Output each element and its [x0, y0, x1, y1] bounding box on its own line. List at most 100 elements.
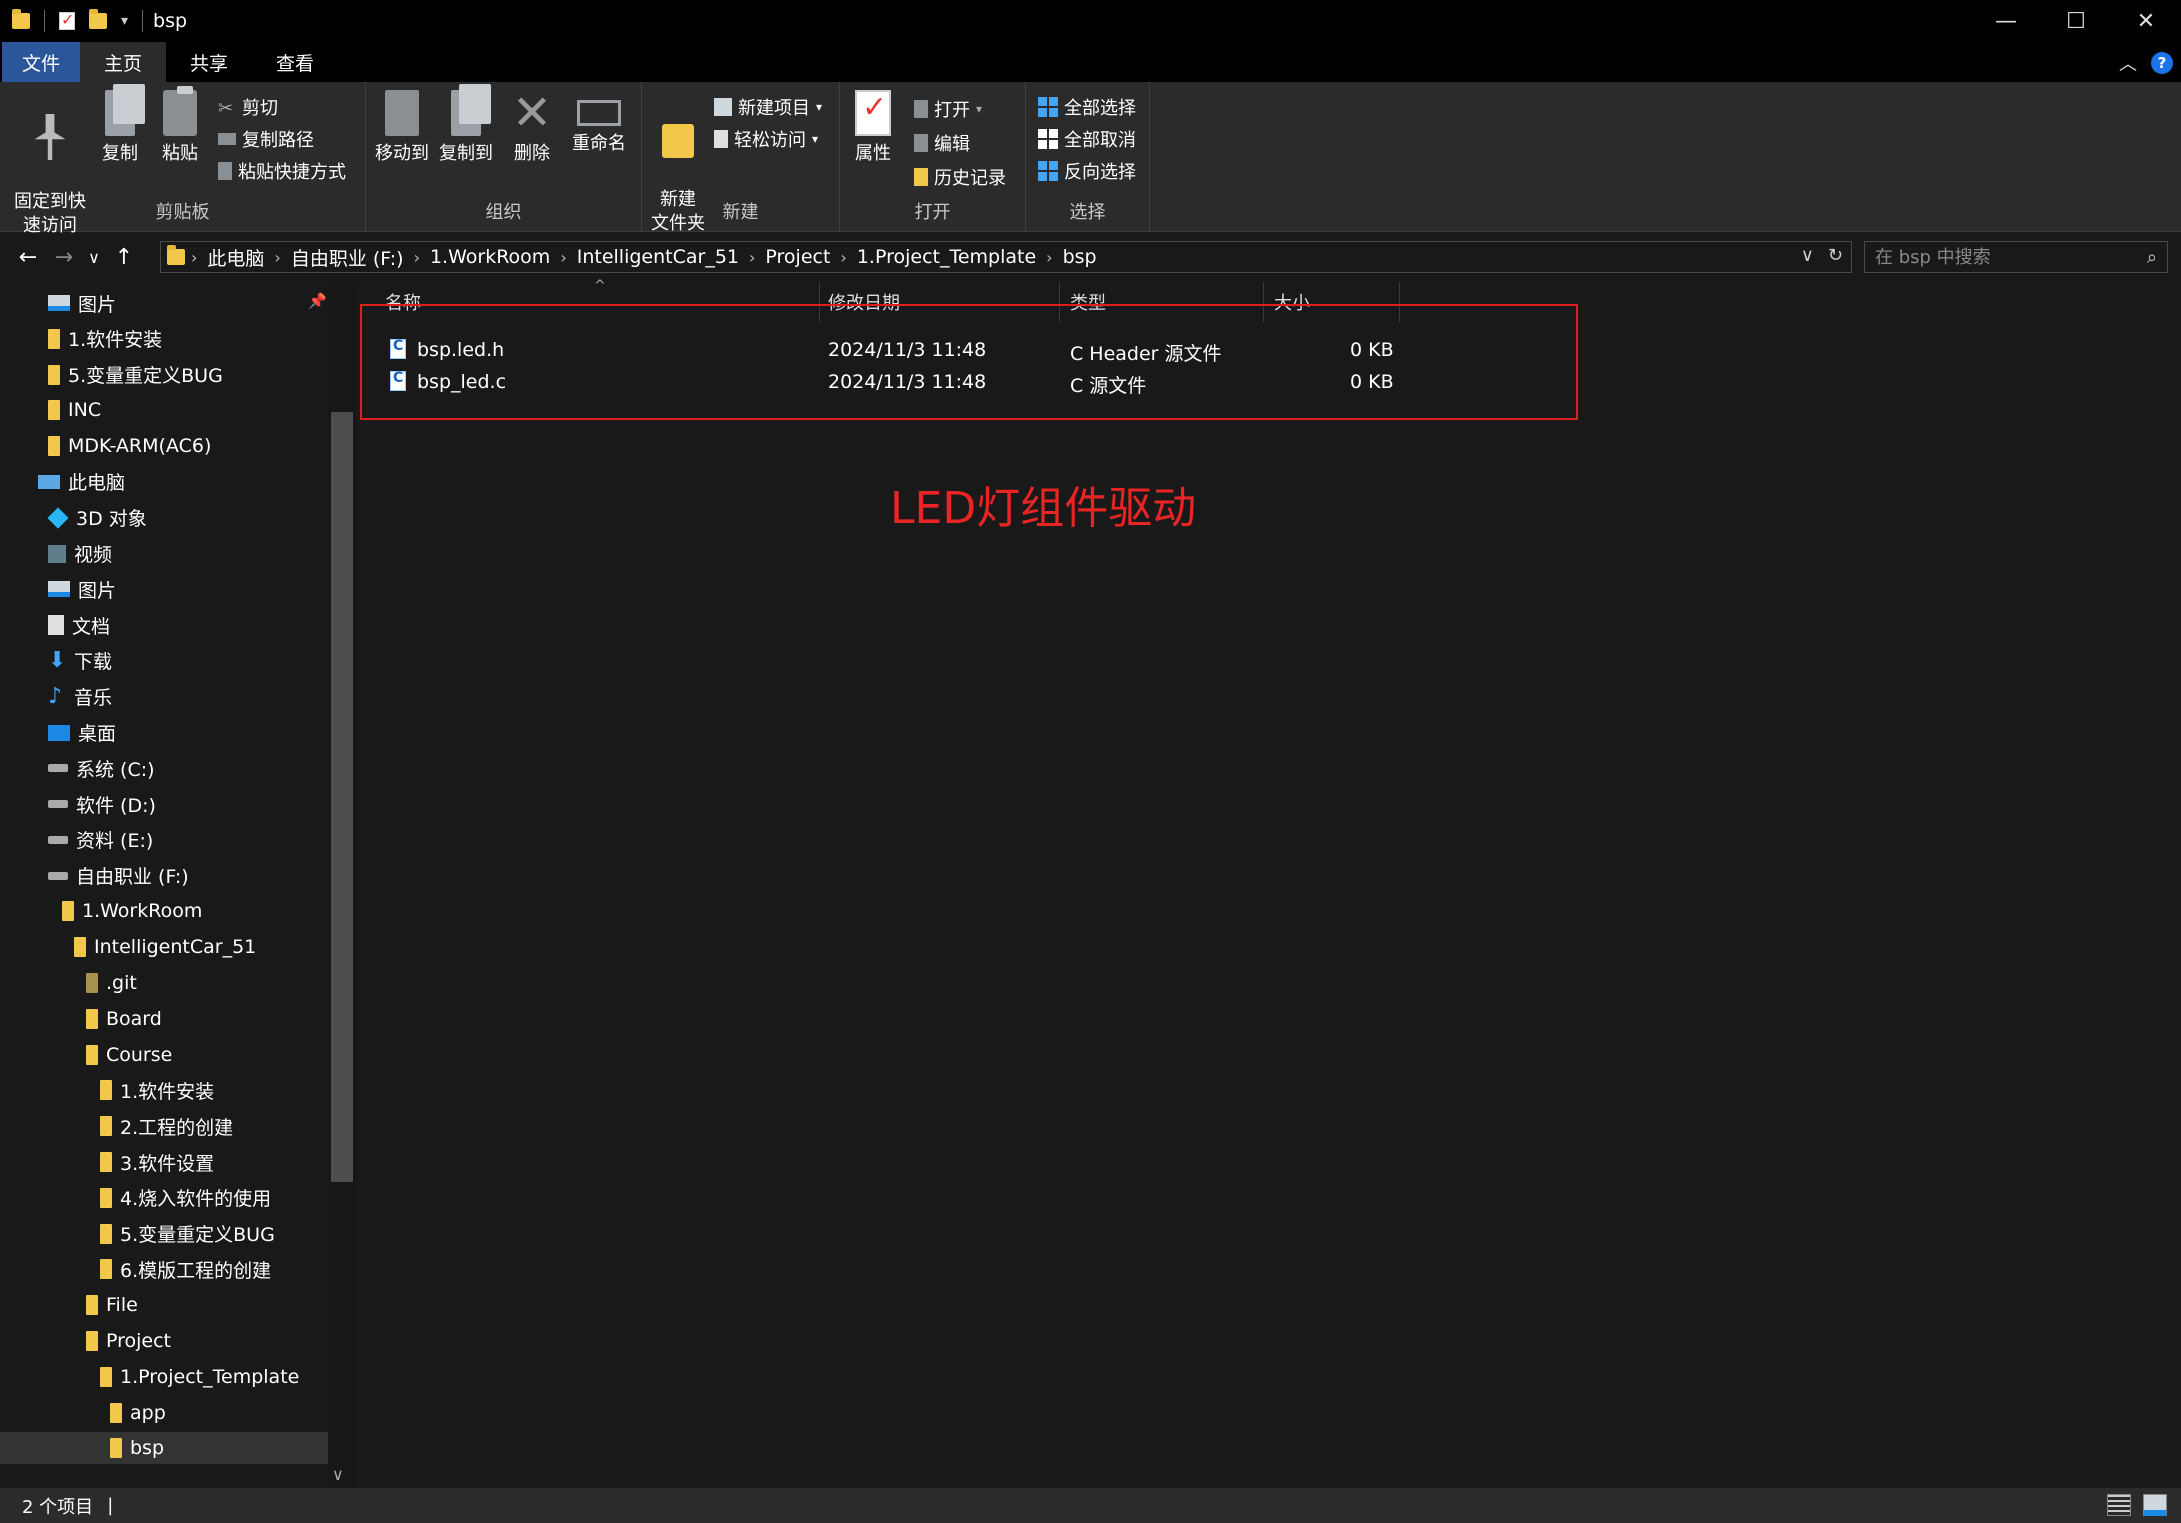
- nav-tree-label: 桌面: [78, 723, 117, 746]
- properties-icon[interactable]: [59, 10, 75, 30]
- tab-share[interactable]: 共享: [166, 42, 252, 82]
- collapse-ribbon-icon[interactable]: ︿: [2119, 50, 2137, 76]
- delete-button[interactable]: ✕ 删除: [508, 89, 556, 166]
- minimize-button[interactable]: —: [1971, 0, 2041, 42]
- chevron-right-icon[interactable]: ›: [1046, 248, 1052, 267]
- details-view-button[interactable]: [2107, 1494, 2131, 1516]
- nav-tree-item[interactable]: 4.烧入软件的使用: [0, 1182, 271, 1214]
- video-icon: [48, 544, 66, 563]
- breadcrumb-this-pc[interactable]: 此电脑: [207, 244, 264, 271]
- nav-tree-item[interactable]: 系统 (C:): [0, 752, 155, 784]
- nav-tree-item[interactable]: 文档: [0, 609, 110, 641]
- new-item-button[interactable]: 新建项目 ▾: [714, 94, 822, 120]
- search-input[interactable]: [1875, 246, 2125, 268]
- nav-tree-item[interactable]: 资料 (E:): [0, 824, 153, 856]
- nav-tree-item[interactable]: 图片: [0, 573, 116, 605]
- help-icon[interactable]: ?: [2151, 52, 2173, 74]
- tab-view[interactable]: 查看: [252, 42, 338, 82]
- rename-button[interactable]: 重命名: [566, 90, 632, 156]
- nav-tree-item[interactable]: 5.变量重定义BUG: [0, 1218, 275, 1250]
- nav-tree-item[interactable]: File: [0, 1289, 138, 1321]
- nav-tree-item[interactable]: 5.变量重定义BUG: [0, 359, 223, 391]
- nav-tree-item[interactable]: IntelligentCar_51: [0, 931, 256, 963]
- copy-to-button[interactable]: 复制到: [436, 84, 496, 166]
- nav-tree-item[interactable]: INC: [0, 394, 101, 426]
- nav-tree-item[interactable]: 此电脑: [0, 466, 125, 498]
- chevron-right-icon[interactable]: ›: [840, 248, 846, 267]
- nav-tree-item[interactable]: ♪ 音乐: [0, 681, 112, 713]
- copy-button[interactable]: 复制: [96, 84, 145, 166]
- paste-button[interactable]: 粘贴: [156, 86, 204, 166]
- breadcrumb-intelligentcar[interactable]: IntelligentCar_51: [577, 246, 739, 268]
- nav-tree-item[interactable]: .git: [0, 967, 137, 999]
- nav-tree-item[interactable]: 3D 对象: [0, 502, 147, 534]
- nav-tree-item[interactable]: Board: [0, 1003, 162, 1035]
- nav-tree-item[interactable]: 软件 (D:): [0, 788, 156, 820]
- up-button[interactable]: ↑: [106, 245, 142, 270]
- nav-tree-item[interactable]: 1.WorkRoom: [0, 895, 202, 927]
- breadcrumb-drive-f[interactable]: 自由职业 (F:): [291, 244, 404, 271]
- nav-tree-item[interactable]: 1.软件安装: [0, 1074, 214, 1106]
- nav-tree-item[interactable]: MDK-ARM(AC6): [0, 430, 211, 462]
- breadcrumb-workroom[interactable]: 1.WorkRoom: [430, 246, 550, 268]
- tab-home[interactable]: 主页: [80, 42, 167, 82]
- nav-tree-item[interactable]: app: [0, 1397, 166, 1429]
- refresh-icon[interactable]: ↻: [1828, 245, 1843, 266]
- edit-button[interactable]: 编辑: [914, 130, 970, 156]
- move-to-button[interactable]: 移动到: [372, 90, 432, 166]
- folder-icon: [48, 436, 60, 457]
- search-icon[interactable]: ⌕: [2147, 247, 2157, 268]
- nav-tree-item[interactable]: 自由职业 (F:): [0, 860, 189, 892]
- nav-tree-item[interactable]: 桌面: [0, 717, 116, 749]
- quick-access-toolbar: ▾: [0, 9, 144, 32]
- recent-locations-button[interactable]: ∨: [82, 248, 106, 267]
- customize-qat-icon[interactable]: ▾: [121, 13, 128, 29]
- select-none-button[interactable]: 全部取消: [1038, 126, 1136, 152]
- select-all-button[interactable]: 全部选择: [1038, 94, 1136, 120]
- nav-tree-item[interactable]: 6.模版工程的创建: [0, 1253, 271, 1285]
- nav-tree-item[interactable]: 3.软件设置: [0, 1146, 214, 1178]
- nav-tree-label: 5.变量重定义BUG: [68, 365, 223, 388]
- forward-button[interactable]: →: [46, 245, 82, 270]
- breadcrumb-bsp[interactable]: bsp: [1063, 246, 1097, 268]
- breadcrumb-project[interactable]: Project: [765, 246, 830, 268]
- nav-tree-item[interactable]: 1.软件安装: [0, 323, 162, 355]
- chevron-right-icon[interactable]: ›: [274, 248, 280, 267]
- chevron-right-icon[interactable]: ›: [749, 248, 755, 267]
- address-history-icon[interactable]: ∨: [1801, 245, 1814, 266]
- copy-path-button[interactable]: 复制路径: [218, 126, 314, 152]
- nav-tree-item[interactable]: 视频: [0, 538, 112, 570]
- chevron-right-icon[interactable]: ›: [414, 248, 420, 267]
- close-button[interactable]: ✕: [2111, 0, 2181, 42]
- cut-button[interactable]: ✂ 剪切: [218, 94, 278, 120]
- maximize-button[interactable]: ☐: [2041, 0, 2111, 42]
- nav-tree-item[interactable]: ⬇ 下载: [0, 645, 112, 677]
- properties-button[interactable]: 属性: [848, 90, 898, 166]
- back-button[interactable]: ←: [10, 245, 46, 270]
- new-folder-icon[interactable]: [89, 9, 107, 29]
- paste-shortcut-button[interactable]: 粘贴快捷方式: [218, 158, 346, 184]
- chevron-right-icon[interactable]: ›: [560, 248, 566, 267]
- history-button[interactable]: 历史记录: [914, 164, 1006, 190]
- nav-scrollbar[interactable]: ∨: [328, 282, 356, 1488]
- nav-tree-item[interactable]: Project: [0, 1325, 171, 1357]
- nav-tree-item[interactable]: bsp: [0, 1432, 328, 1465]
- copy-path-label: 复制路径: [242, 130, 314, 151]
- copy-label: 复制: [102, 143, 138, 164]
- scroll-down-icon[interactable]: ∨: [332, 1465, 344, 1484]
- nav-tree-item[interactable]: 1.Project_Template: [0, 1361, 299, 1393]
- open-button[interactable]: 打开 ▾: [914, 96, 982, 122]
- invert-selection-label: 反向选择: [1064, 162, 1136, 183]
- nav-scrollbar-thumb[interactable]: [331, 412, 353, 1182]
- address-bar[interactable]: › 此电脑 › 自由职业 (F:) › 1.WorkRoom › Intelli…: [160, 241, 1852, 273]
- large-icons-view-button[interactable]: [2143, 1494, 2167, 1516]
- breadcrumb-project-template[interactable]: 1.Project_Template: [857, 246, 1036, 268]
- nav-tree-item[interactable]: 2.工程的创建: [0, 1110, 233, 1142]
- nav-tree-item[interactable]: 图片: [0, 287, 116, 319]
- invert-selection-button[interactable]: 反向选择: [1038, 158, 1136, 184]
- easy-access-button[interactable]: 轻松访问 ▾: [714, 126, 818, 152]
- search-box[interactable]: ⌕: [1864, 241, 2168, 273]
- tab-file[interactable]: 文件: [2, 42, 81, 82]
- nav-tree-item[interactable]: Course: [0, 1039, 172, 1071]
- nav-tree-label: 视频: [74, 544, 113, 567]
